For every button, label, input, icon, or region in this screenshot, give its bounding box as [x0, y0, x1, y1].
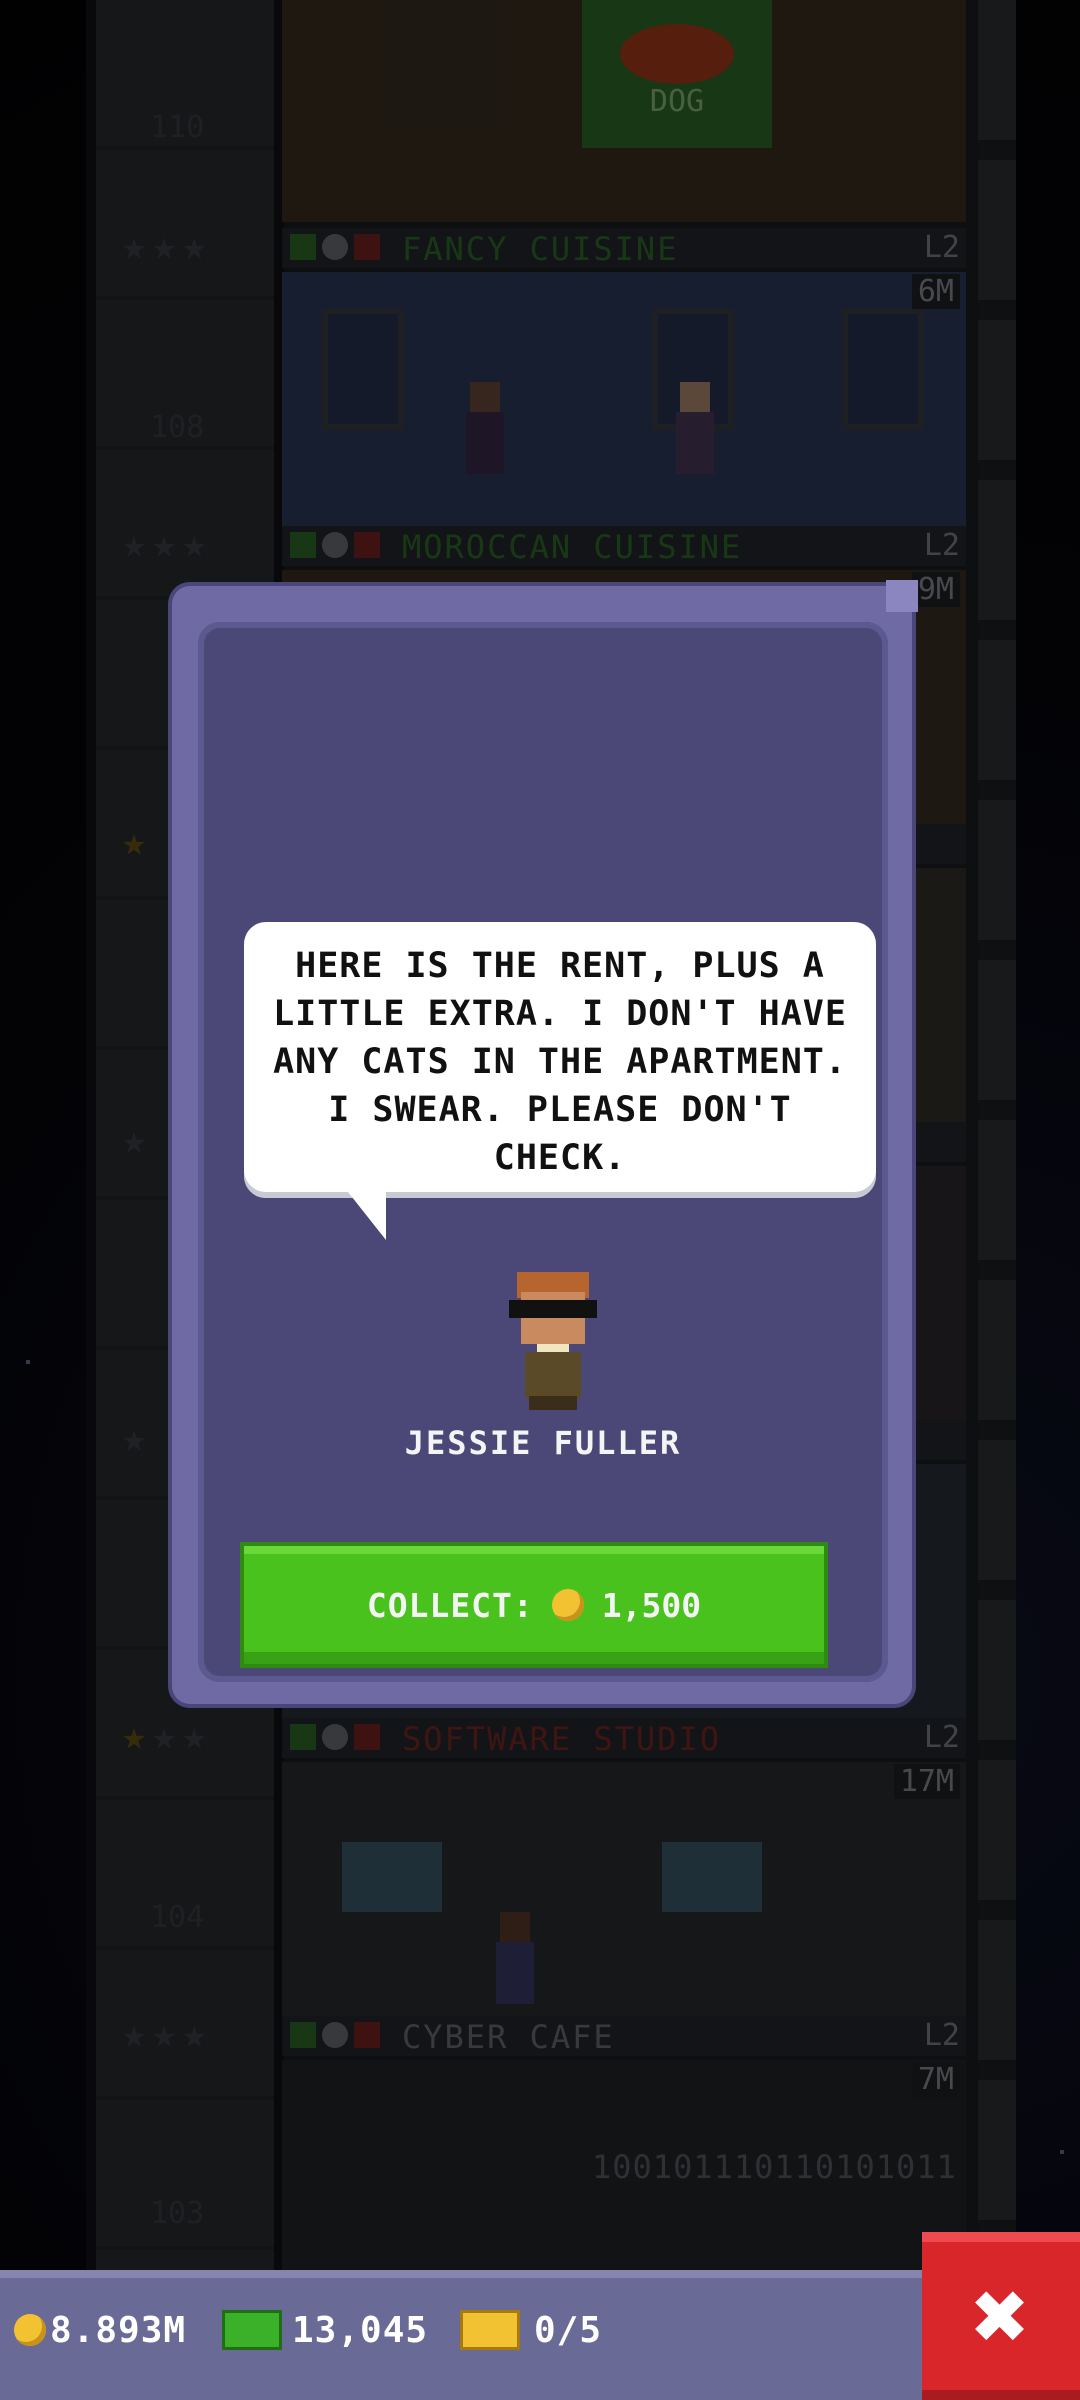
npc-avatar	[503, 1272, 603, 1410]
sunglasses-icon	[509, 1300, 597, 1318]
status-bar: 8.893M 13,045 0/5	[0, 2270, 922, 2400]
collect-label: COLLECT:	[366, 1585, 534, 1625]
vip-value: 0/5	[534, 2309, 603, 2351]
coin-icon	[14, 2314, 46, 2346]
collect-button[interactable]: COLLECT: 1,500	[240, 1542, 828, 1668]
dialog-panel: HERE IS THE RENT, PLUS A LITTLE EXTRA. I…	[198, 622, 888, 1682]
speech-bubble-tail	[348, 1192, 386, 1240]
npc-name: JESSIE FULLER	[404, 1424, 682, 1462]
tower-bux-icon	[222, 2310, 282, 2350]
collect-amount: 1,500	[601, 1585, 702, 1625]
coins-value: 8.893M	[50, 2309, 187, 2351]
coins-stat[interactable]: 8.893M	[14, 2300, 186, 2360]
vip-ticket-icon	[460, 2310, 520, 2350]
bux-stat[interactable]: 13,045	[222, 2300, 428, 2360]
dialog-corner	[886, 580, 918, 612]
vip-stat[interactable]: 0/5	[460, 2300, 602, 2360]
bux-value: 13,045	[292, 2309, 429, 2351]
speech-bubble: HERE IS THE RENT, PLUS A LITTLE EXTRA. I…	[244, 922, 876, 1198]
coin-icon	[551, 1589, 584, 1621]
rent-dialog: HERE IS THE RENT, PLUS A LITTLE EXTRA. I…	[172, 580, 918, 1704]
close-button[interactable]: ✖	[922, 2232, 1080, 2400]
dialog-message: HERE IS THE RENT, PLUS A LITTLE EXTRA. I…	[273, 946, 847, 1178]
close-icon: ✖	[972, 2260, 1030, 2372]
